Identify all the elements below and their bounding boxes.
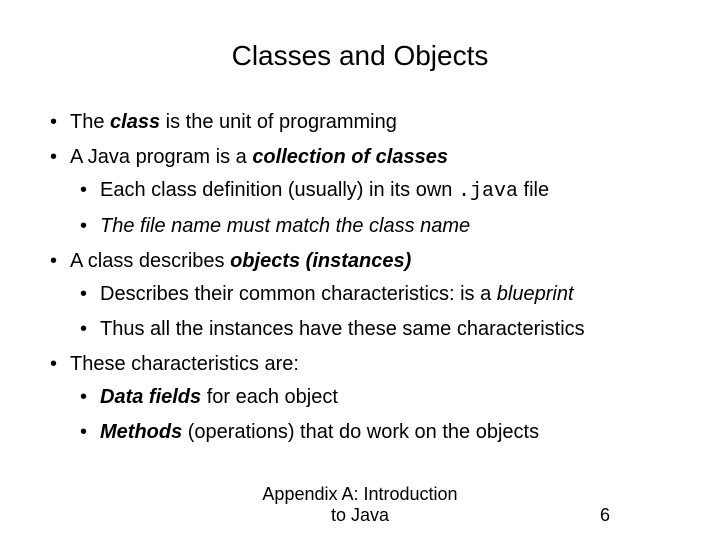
- sub-list: Each class definition (usually) in its o…: [70, 175, 680, 242]
- sub-list: Data fields for each object Methods (ope…: [70, 382, 680, 448]
- footer-line2: to Java: [331, 505, 389, 525]
- bullet-list: The class is the unit of programming A J…: [40, 107, 680, 448]
- text-mono: .java: [458, 180, 518, 203]
- bullet-4: These characteristics are: Data fields f…: [40, 349, 680, 448]
- footer: Appendix A: Introduction to Java: [0, 484, 720, 526]
- text: file: [518, 179, 549, 201]
- text-bold: class: [110, 111, 160, 133]
- page-number: 6: [600, 505, 610, 526]
- sub-bullet: Methods (operations) that do work on the…: [70, 417, 680, 448]
- footer-line1: Appendix A: Introduction: [262, 484, 457, 504]
- text: A Java program is a: [70, 146, 252, 168]
- bullet-3: A class describes objects (instances) De…: [40, 246, 680, 345]
- text: These characteristics are:: [70, 353, 299, 375]
- text: is the unit of programming: [160, 111, 397, 133]
- text-bold: objects (instances): [230, 250, 411, 272]
- text-bold: Data fields: [100, 386, 201, 408]
- bullet-2: A Java program is a collection of classe…: [40, 142, 680, 242]
- sub-bullet: Data fields for each object: [70, 382, 680, 413]
- text: The: [70, 111, 110, 133]
- text: A class describes: [70, 250, 230, 272]
- footer-text: Appendix A: Introduction to Java: [250, 484, 470, 526]
- sub-bullet: The file name must match the class name: [70, 211, 680, 242]
- text: for each object: [201, 386, 338, 408]
- sub-bullet: Each class definition (usually) in its o…: [70, 175, 680, 207]
- text-italic: blueprint: [497, 283, 574, 305]
- text: (operations) that do work on the objects: [182, 421, 539, 443]
- text: Thus all the instances have these same c…: [100, 318, 585, 340]
- sub-bullet: Thus all the instances have these same c…: [70, 314, 680, 345]
- sub-bullet: Describes their common characteristics: …: [70, 279, 680, 310]
- slide-title: Classes and Objects: [40, 40, 680, 72]
- text-italic: The file name must match the class name: [100, 215, 470, 237]
- text-bold: Methods: [100, 421, 182, 443]
- text: Describes their common characteristics: …: [100, 283, 497, 305]
- slide: Classes and Objects The class is the uni…: [0, 0, 720, 540]
- text-bold: collection of classes: [252, 146, 448, 168]
- sub-list: Describes their common characteristics: …: [70, 279, 680, 345]
- bullet-1: The class is the unit of programming: [40, 107, 680, 138]
- text: Each class definition (usually) in its o…: [100, 179, 458, 201]
